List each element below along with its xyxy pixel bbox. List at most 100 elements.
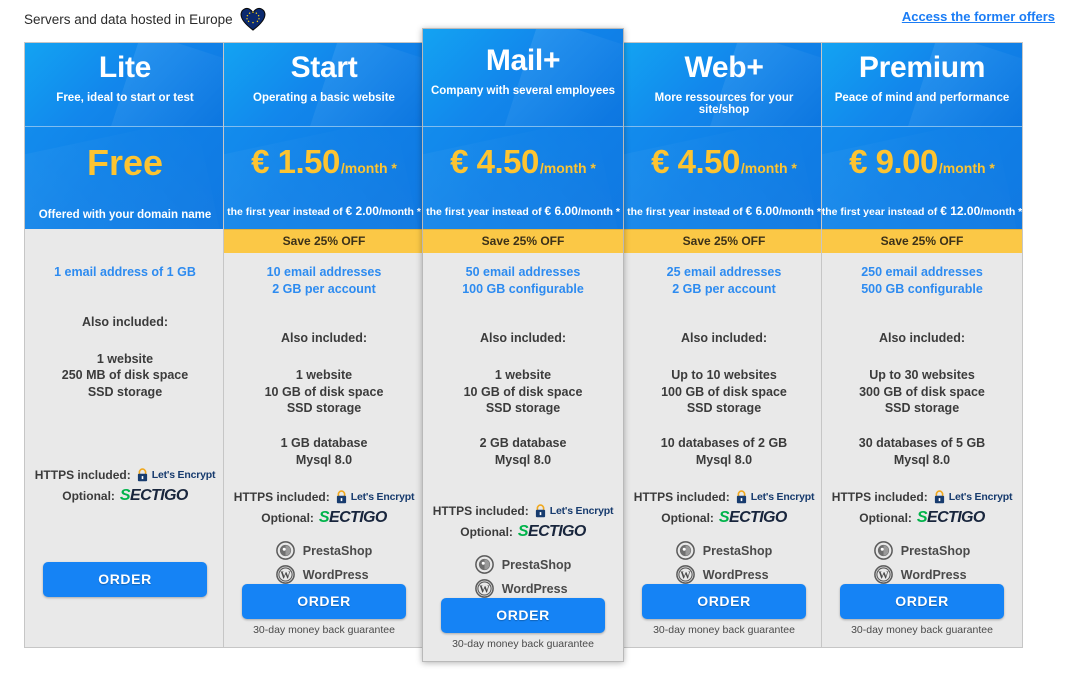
- sectigo-rest: ECTIGO: [927, 509, 985, 526]
- sectigo-s: S: [718, 509, 730, 526]
- plan-price-note: the first year instead of € 6.00/month *: [627, 204, 821, 218]
- plan-price-period: /month *: [539, 160, 596, 176]
- plan-price-block: Free Offered with your domain name: [25, 127, 225, 229]
- pricing-card-web-plus[interactable]: Web+ More ressources for your site/shop € …: [623, 42, 825, 648]
- wordpress-label: WordPress: [900, 567, 967, 582]
- plan-email-quota: 250 email addresses 500 GB configurable: [861, 265, 983, 296]
- sectigo-s: S: [517, 523, 529, 540]
- svg-text:W: W: [878, 570, 889, 581]
- save-badge: Save 25% OFF: [822, 229, 1022, 253]
- sectigo-s: S: [119, 487, 131, 504]
- order-button[interactable]: ORDER: [642, 584, 806, 619]
- optional-ssl-row: Optional: S ECTIGO: [460, 523, 586, 541]
- plan-header: Start Operating a basic website: [224, 43, 424, 127]
- plan-name: Mail+: [485, 44, 561, 77]
- order-button[interactable]: ORDER: [441, 598, 605, 633]
- plan-tagline: More ressources for your site/shop: [654, 91, 794, 116]
- plan-email-quota: 1 email address of 1 GB: [54, 265, 196, 279]
- https-row: HTTPS included: Let's Encrypt: [832, 490, 1013, 504]
- plan-tagline: Company with several employees: [430, 84, 616, 97]
- pricing-card-lite[interactable]: Lite Free, ideal to start or test Free Offe…: [24, 42, 226, 648]
- sectigo-rest: ECTIGO: [528, 523, 586, 540]
- prestashop-icon: [873, 541, 893, 560]
- former-offers-link[interactable]: Access the former offers: [902, 9, 1055, 24]
- plan-feature-list: 1 website 10 GB of disk space SSD storage: [463, 368, 583, 416]
- optional-label: Optional:: [62, 489, 115, 503]
- lets-encrypt-logo: Let's Encrypt: [933, 490, 1013, 504]
- plan-header: Lite Free, ideal to start or test: [25, 43, 225, 127]
- plan-price: Free: [86, 142, 164, 183]
- apps-section: PrestaShop W WordPress: [873, 541, 971, 584]
- wordpress-icon: W: [873, 565, 893, 584]
- plan-price-note: the first year instead of € 2.00/month *: [227, 204, 421, 218]
- app-prestashop: PrestaShop: [474, 555, 572, 574]
- apps-section: PrestaShop W WordPress: [275, 541, 373, 584]
- order-button[interactable]: ORDER: [43, 562, 207, 597]
- order-button[interactable]: ORDER: [840, 584, 1004, 619]
- pricing-card-mail-plus[interactable]: Mail+ Company with several employees € 4.5…: [422, 28, 624, 662]
- save-badge: Save 25% OFF: [624, 229, 824, 253]
- plan-features: 250 email addresses 500 GB configurable Al…: [822, 253, 1022, 647]
- plan-price: € 1.50/month *: [251, 145, 397, 178]
- https-row: HTTPS included: Let's Encrypt: [35, 468, 216, 482]
- wordpress-label: WordPress: [501, 581, 568, 596]
- plan-database-info: 1 GB database Mysql 8.0: [280, 435, 368, 467]
- optional-ssl-row: Optional: S ECTIGO: [261, 509, 387, 527]
- optional-ssl-row: Optional: S ECTIGO: [661, 509, 787, 527]
- plan-price: € 4.50/month *: [651, 145, 797, 178]
- lets-encrypt-logo: Let's Encrypt: [136, 468, 215, 482]
- order-section: ORDER 30-day money back guarantee: [429, 598, 617, 661]
- money-back-guarantee: 30-day money back guarantee: [253, 624, 395, 636]
- pricing-card-start[interactable]: Start Operating a basic website € 1.50/mon…: [223, 42, 425, 648]
- plan-price: € 4.50/month *: [450, 145, 596, 178]
- plan-former-price: € 2.00: [345, 204, 379, 218]
- ssl-section: HTTPS included: Let's Encrypt Optional: S EC…: [429, 504, 617, 598]
- sectigo-rest: ECTIGO: [729, 509, 787, 526]
- plan-former-price: € 12.00: [940, 204, 981, 218]
- https-included-label: HTTPS included:: [432, 504, 529, 518]
- plan-price-block: € 9.00/month * the first year instead of …: [822, 127, 1022, 229]
- prestashop-label: PrestaShop: [302, 543, 373, 558]
- optional-label: Optional:: [859, 511, 912, 525]
- plan-features: 50 email addresses 100 GB configurable Als…: [423, 253, 623, 661]
- pricing-card-premium[interactable]: Premium Peace of mind and performance € 9.…: [821, 42, 1023, 648]
- plan-feature-list: Up to 10 websites 100 GB of disk space SSD…: [661, 368, 787, 416]
- prestashop-label: PrestaShop: [900, 543, 971, 558]
- padlock-icon: [535, 504, 545, 518]
- apps-section: PrestaShop W WordPress: [474, 555, 572, 598]
- order-button[interactable]: ORDER: [242, 584, 406, 619]
- money-back-guarantee: 30-day money back guarantee: [452, 638, 594, 650]
- https-included-label: HTTPS included:: [34, 468, 131, 482]
- prestashop-label: PrestaShop: [501, 557, 572, 572]
- ssl-section: HTTPS included: Let's Encrypt Optional: S EC…: [230, 490, 418, 584]
- plan-price-note: the first year instead of € 6.00/month *: [426, 204, 620, 218]
- prestashop-icon: [675, 541, 695, 560]
- plan-price-period: /month *: [340, 160, 397, 176]
- plan-price: € 9.00/month *: [849, 145, 995, 178]
- https-included-label: HTTPS included:: [233, 490, 330, 504]
- order-section: ORDER 30-day money back guarantee: [630, 584, 818, 647]
- padlock-icon: [934, 490, 944, 504]
- plan-price-block: € 4.50/month * the first year instead of …: [624, 127, 824, 229]
- lets-encrypt-label: Let's Encrypt: [948, 491, 1013, 503]
- plan-former-price: € 6.00: [544, 204, 578, 218]
- prestashop-label: PrestaShop: [702, 543, 773, 558]
- plan-feature-list: 1 website 250 MB of disk space SSD storage: [61, 351, 189, 399]
- eu-heart-flag-icon: [240, 7, 266, 31]
- plan-email-quota: 25 email addresses 2 GB per account: [666, 265, 782, 296]
- pricing-card-deck: Lite Free, ideal to start or test Free Offe…: [24, 28, 1054, 682]
- https-row: HTTPS included: Let's Encrypt: [234, 490, 415, 504]
- padlock-icon: [336, 490, 346, 504]
- https-row: HTTPS included: Let's Encrypt: [634, 490, 815, 504]
- sectigo-logo: S ECTIGO: [719, 509, 787, 527]
- plan-header: Mail+ Company with several employees: [423, 29, 623, 127]
- money-back-guarantee: 30-day money back guarantee: [653, 624, 795, 636]
- apps-section: PrestaShop W WordPress: [675, 541, 773, 584]
- plan-price-amount: € 4.50: [651, 143, 740, 180]
- plan-name: Start: [290, 51, 358, 84]
- lets-encrypt-label: Let's Encrypt: [549, 505, 614, 517]
- sectigo-rest: ECTIGO: [329, 509, 387, 526]
- ssl-section: HTTPS included: Let's Encrypt Optional: S EC…: [31, 468, 219, 562]
- wordpress-label: WordPress: [702, 567, 769, 582]
- sectigo-logo: S ECTIGO: [120, 487, 188, 505]
